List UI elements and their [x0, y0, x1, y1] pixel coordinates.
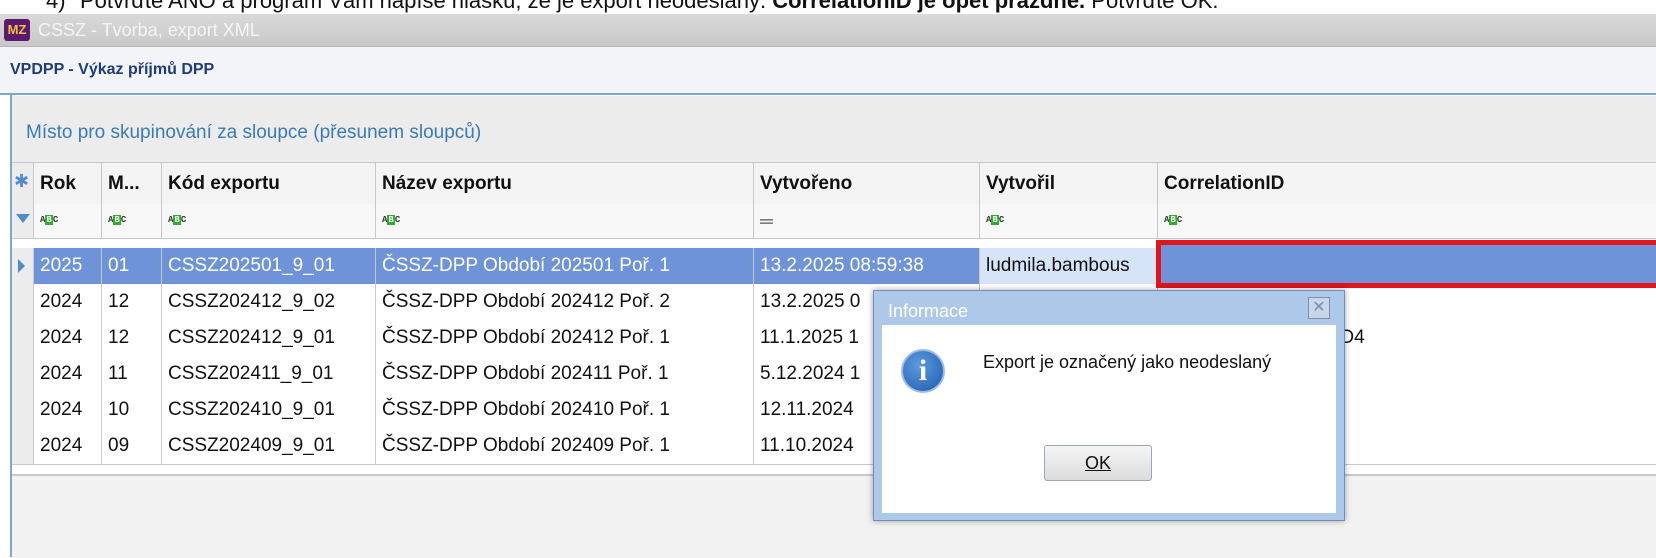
table-row[interactable]: 2024 10 CSSZ202410_9_01 ČSSZ-DPP Období …	[12, 392, 1656, 429]
header-selector[interactable]: ✱	[12, 163, 34, 205]
row-selector[interactable]	[12, 248, 34, 284]
column-header-rok[interactable]: Rok	[34, 163, 102, 205]
cell-mesic[interactable]: 01	[102, 248, 162, 284]
cell-kod[interactable]: CSSZ202411_9_01	[162, 356, 376, 392]
cell-rok[interactable]: 2024	[34, 356, 102, 392]
cell-mesic[interactable]: 10	[102, 392, 162, 428]
cell-nazev[interactable]: ČSSZ-DPP Období 202412 Poř. 1	[376, 320, 754, 356]
abc-filter-icon[interactable]: ABC	[108, 215, 126, 225]
cell-mesic[interactable]: 12	[102, 284, 162, 320]
filter-cell-mesic[interactable]: ABC	[102, 204, 162, 238]
current-row-arrow-icon	[18, 259, 25, 273]
close-icon[interactable]: ✕	[1308, 297, 1330, 319]
row-selector[interactable]	[12, 428, 34, 464]
column-header-vytvoril[interactable]: Vytvořil	[980, 163, 1158, 205]
section-header: VPDPP - Výkaz příjmů DPP	[0, 47, 1656, 95]
table-row-partial	[12, 464, 1656, 475]
abc-filter-icon[interactable]: ABC	[1164, 215, 1182, 225]
correlation-highlight-box	[1156, 240, 1656, 288]
dialog-title: Informace	[888, 301, 969, 321]
cell-rok[interactable]: 2024	[34, 320, 102, 356]
table-row[interactable]: 2024 12 CSSZ202412_9_02 ČSSZ-DPP Období …	[12, 284, 1656, 321]
filter-cell-correlation[interactable]: ABC	[1158, 204, 1656, 238]
cell-rok[interactable]: 2024	[34, 428, 102, 464]
section-title: VPDPP - Výkaz příjmů DPP	[10, 61, 215, 78]
info-icon: i	[901, 349, 945, 393]
cell-nazev[interactable]: ČSSZ-DPP Období 202411 Poř. 1	[376, 356, 754, 392]
dialog-body: i Export je označený jako neodeslaný OK	[882, 325, 1336, 513]
abc-filter-icon[interactable]: ABC	[986, 215, 1004, 225]
filter-cell-kod[interactable]: ABC	[162, 204, 376, 238]
cell-mesic[interactable]: 09	[102, 428, 162, 464]
instruction-text-after: Potvrďte OK.	[1091, 0, 1219, 13]
cell-kod[interactable]: CSSZ202410_9_01	[162, 392, 376, 428]
cell-mesic[interactable]: 11	[102, 356, 162, 392]
column-header-kod[interactable]: Kód exportu	[162, 163, 376, 205]
abc-filter-icon[interactable]: ABC	[382, 215, 400, 225]
group-by-hint: Místo pro skupinování za sloupce (přesun…	[26, 122, 482, 143]
equals-filter-icon[interactable]: ═	[760, 211, 773, 232]
cell-kod[interactable]: CSSZ202412_9_02	[162, 284, 376, 320]
column-header-nazev[interactable]: Název exportu	[376, 163, 754, 205]
instruction-step: 4)	[46, 0, 66, 13]
cell-kod[interactable]: CSSZ202409_9_01	[162, 428, 376, 464]
group-by-area[interactable]: Místo pro skupinování za sloupce (přesun…	[12, 96, 1656, 162]
instruction-text-before: Potvrďte ANO a program Vám napíše hlášku…	[80, 0, 767, 13]
cell-rok[interactable]: 2024	[34, 392, 102, 428]
column-header-vytvoreno[interactable]: Vytvořeno	[754, 163, 980, 205]
cell-nazev[interactable]: ČSSZ-DPP Období 202501 Poř. 1	[376, 248, 754, 284]
filter-cell-vytvoril[interactable]: ABC	[980, 204, 1158, 238]
cell-mesic[interactable]: 12	[102, 320, 162, 356]
cell-rok[interactable]: 2025	[34, 248, 102, 284]
window-titlebar: MZ CSSZ - Tvorba, export XML	[0, 14, 1656, 47]
row-selector[interactable]	[12, 284, 34, 320]
table-row[interactable]: 2024 09 CSSZ202409_9_01 ČSSZ-DPP Období …	[12, 428, 1656, 465]
cell-kod[interactable]: CSSZ202412_9_01	[162, 320, 376, 356]
ok-button[interactable]: OK	[1044, 445, 1152, 481]
grid-header-row: ✱ Rok M... Kód exportu Název exportu Vyt…	[12, 162, 1656, 206]
filter-cell-vytvoreno[interactable]: ═	[754, 204, 980, 238]
instruction-text: 4) Potvrďte ANO a program Vám napíše hlá…	[0, 0, 1656, 14]
dialog-message: Export je označený jako neodeslaný	[983, 352, 1272, 372]
table-row[interactable]: 2024 12 CSSZ202412_9_01 ČSSZ-DPP Období …	[12, 320, 1656, 357]
filter-funnel-icon[interactable]	[16, 214, 30, 223]
row-selector[interactable]	[12, 320, 34, 356]
abc-filter-icon[interactable]: ABC	[168, 215, 186, 225]
cell-vytvoreno[interactable]: 13.2.2025 08:59:38	[754, 248, 980, 284]
table-row[interactable]: 2024 11 CSSZ202411_9_01 ČSSZ-DPP Období …	[12, 356, 1656, 393]
instruction-line: Potvrďte ANO a program Vám napíše hlášku…	[80, 0, 1219, 14]
app-icon: MZ	[4, 19, 30, 41]
filter-cell-rok[interactable]: ABC	[34, 204, 102, 238]
info-dialog: Informace ✕ i Export je označený jako ne…	[873, 290, 1345, 521]
cell-vytvoril[interactable]: ludmila.bambous	[980, 248, 1158, 284]
cell-nazev[interactable]: ČSSZ-DPP Období 202412 Poř. 2	[376, 284, 754, 320]
cell-nazev[interactable]: ČSSZ-DPP Období 202409 Poř. 1	[376, 428, 754, 464]
column-header-mesic[interactable]: M...	[102, 163, 162, 205]
row-selector[interactable]	[12, 356, 34, 392]
grid-filter-row: ABC ABC ABC ABC ═ ABC ABC	[12, 204, 1656, 239]
column-header-correlation[interactable]: CorrelationID	[1158, 163, 1656, 205]
filter-selector[interactable]	[12, 204, 34, 238]
cell-kod[interactable]: CSSZ202501_9_01	[162, 248, 376, 284]
window-title: CSSZ - Tvorba, export XML	[38, 20, 260, 40]
cell-nazev[interactable]: ČSSZ-DPP Období 202410 Poř. 1	[376, 392, 754, 428]
instruction-bold-text: CorrelationID je opět prázdné.	[772, 0, 1086, 13]
row-selector[interactable]	[12, 392, 34, 428]
new-row-star-icon[interactable]: ✱	[14, 171, 29, 192]
abc-filter-icon[interactable]: ABC	[40, 215, 58, 225]
cell-rok[interactable]: 2024	[34, 284, 102, 320]
filter-cell-nazev[interactable]: ABC	[376, 204, 754, 238]
grid-footer-area	[12, 475, 1656, 558]
